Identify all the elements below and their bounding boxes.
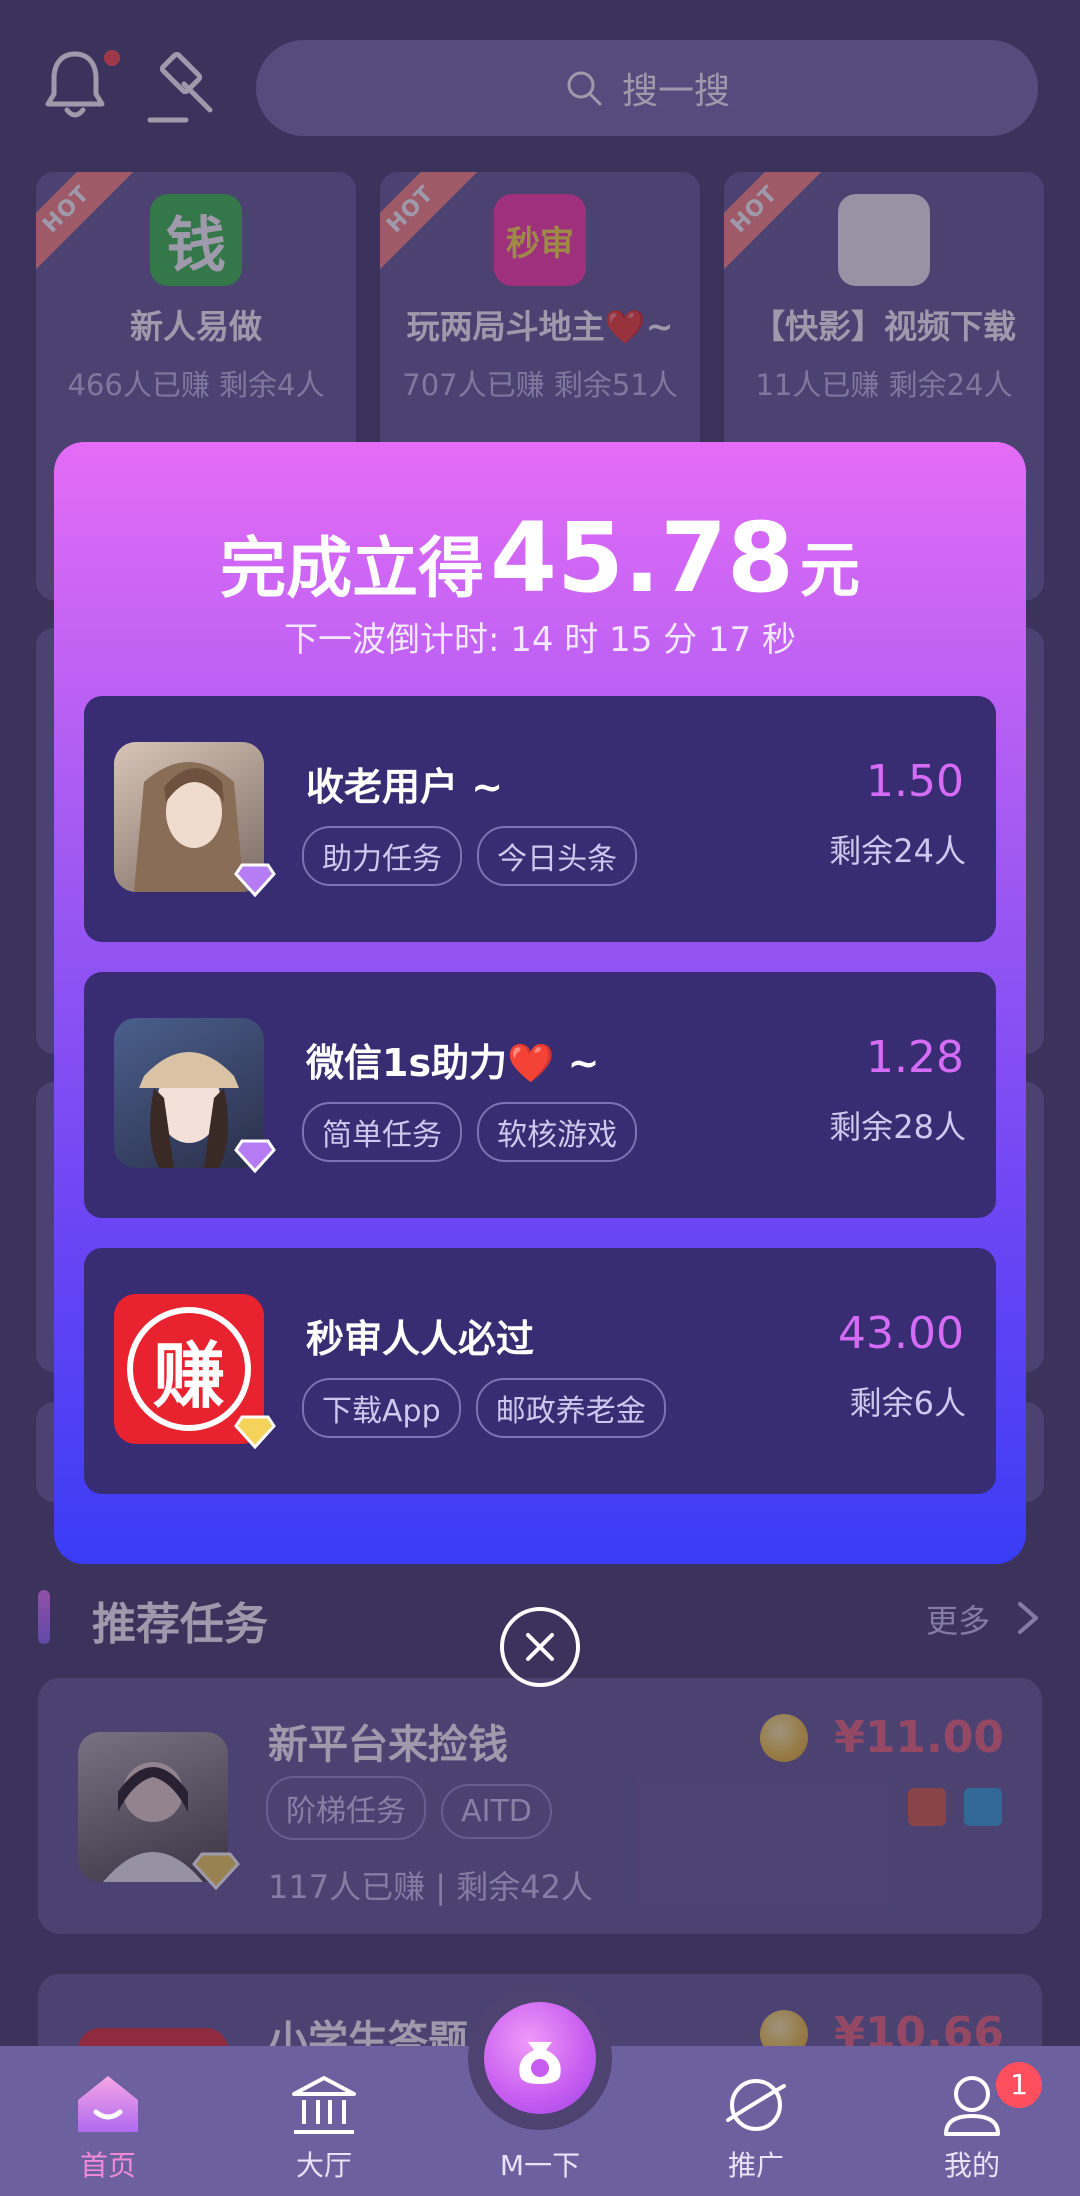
task-tag: 简单任务 bbox=[302, 1102, 462, 1162]
nav-hall[interactable]: 大厅 bbox=[234, 2046, 414, 2196]
task-tag: 助力任务 bbox=[302, 826, 462, 886]
nav-label: 我的 bbox=[943, 2149, 1000, 2182]
popup-amount: 45.78 bbox=[490, 502, 794, 614]
popup-task-card[interactable]: 收老用户 ~ 助力任务 今日头条 1.50 剩余24人 bbox=[84, 696, 996, 942]
nav-label: M一下 bbox=[499, 2149, 581, 2182]
popup-task-card[interactable]: 赚 秒审人人必过 下载App 邮政养老金 43.00 剩余6人 bbox=[84, 1248, 996, 1494]
task-tags: 下载App 邮政养老金 bbox=[302, 1378, 676, 1438]
close-popup-button[interactable] bbox=[500, 1607, 580, 1687]
close-icon bbox=[526, 1633, 554, 1661]
planet-icon bbox=[726, 2079, 786, 2131]
task-price: 1.28 bbox=[866, 1032, 964, 1083]
popup-task-card[interactable]: 微信1s助力❤️ ~ 简单任务 软核游戏 1.28 剩余28人 bbox=[84, 972, 996, 1218]
center-action-button[interactable] bbox=[468, 1986, 612, 2130]
nav-label: 首页 bbox=[79, 2149, 136, 2182]
nav-promote[interactable]: 推广 bbox=[666, 2046, 846, 2196]
task-title: 微信1s助力❤️ ~ bbox=[306, 1041, 600, 1085]
notification-count-badge: 1 bbox=[996, 2062, 1042, 2108]
task-tags: 助力任务 今日头条 bbox=[302, 826, 647, 886]
task-tags: 简单任务 软核游戏 bbox=[302, 1102, 647, 1162]
task-tag: 下载App bbox=[302, 1378, 461, 1438]
purple-diamond-icon bbox=[234, 1138, 276, 1178]
task-remaining: 剩余28人 bbox=[829, 1108, 966, 1146]
task-tag: 软核游戏 bbox=[477, 1102, 638, 1162]
bank-building-icon bbox=[292, 2076, 356, 2134]
countdown-timer: 下一波倒计时: 14 时 15 分 17 秒 bbox=[283, 620, 797, 660]
popup-headline: 完成立得45.78 元 bbox=[220, 502, 860, 614]
nav-label: 推广 bbox=[727, 2149, 784, 2182]
home-icon bbox=[78, 2076, 138, 2132]
task-tag: 邮政养老金 bbox=[475, 1378, 666, 1438]
nav-label: 大厅 bbox=[295, 2149, 352, 2182]
task-remaining: 剩余24人 bbox=[829, 832, 966, 870]
task-remaining: 剩余6人 bbox=[849, 1384, 966, 1422]
task-price: 1.50 bbox=[866, 756, 964, 807]
purple-diamond-icon bbox=[234, 862, 276, 902]
task-tag: 今日头条 bbox=[477, 826, 638, 886]
gold-diamond-icon bbox=[234, 1414, 276, 1454]
nav-home[interactable]: 首页 bbox=[18, 2046, 198, 2196]
task-price: 43.00 bbox=[838, 1308, 964, 1359]
reward-popup: 完成立得45.78 元 下一波倒计时: 14 时 15 分 17 秒 收老用户 ~… bbox=[54, 442, 1026, 1564]
task-title: 收老用户 ~ bbox=[306, 765, 504, 809]
task-title: 秒审人人必过 bbox=[306, 1317, 535, 1361]
lucky-bag-icon bbox=[484, 2002, 596, 2114]
